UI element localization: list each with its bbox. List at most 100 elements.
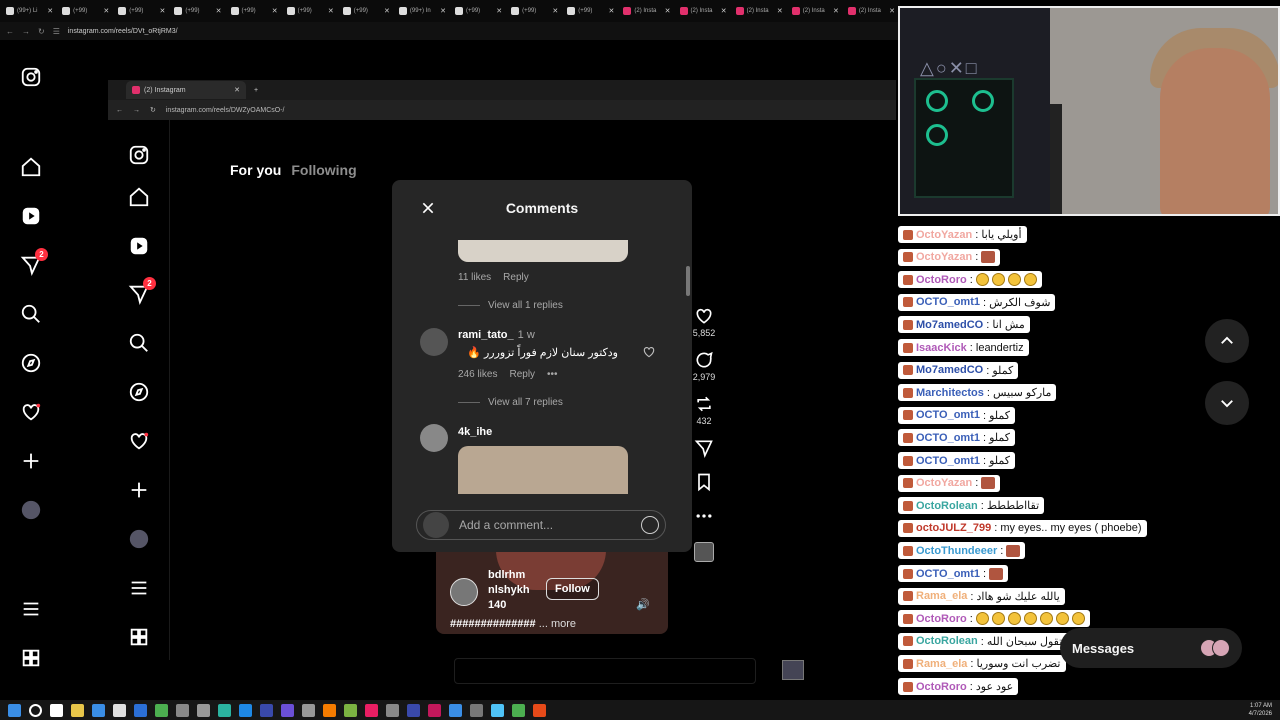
reload-icon[interactable]: ↻ — [38, 27, 45, 36]
browser-address-bar[interactable]: ← → ↻ ☰ instagram.com/reels/DVt_oRtjRM3/ — [0, 22, 900, 40]
browser-tab[interactable]: (+99) ✕ — [170, 2, 225, 20]
chat-username[interactable]: OCTO_omt1 — [916, 432, 980, 444]
chat-username[interactable]: OctoRoro — [916, 274, 967, 286]
close-tab-icon[interactable]: ✕ — [384, 7, 390, 15]
close-tab-icon[interactable]: ✕ — [328, 7, 334, 15]
chat-username[interactable]: OCTO_omt1 — [916, 568, 980, 580]
apps-grid-icon[interactable] — [126, 624, 152, 650]
volume-icon[interactable]: 🔊 — [636, 598, 650, 611]
chat-username[interactable]: OctoRoro — [916, 681, 967, 693]
comment-action[interactable]: 2,979 — [693, 350, 715, 382]
repost-action[interactable]: 432 — [694, 394, 714, 426]
taskbar-app-icon[interactable] — [428, 703, 441, 717]
chat-username[interactable]: OctoThundeeer — [916, 545, 997, 557]
chat-username[interactable]: Mo7amedCO — [916, 364, 983, 376]
taskbar-app-icon[interactable] — [344, 703, 357, 717]
chat-username[interactable]: Rama_ela — [916, 590, 967, 602]
taskbar-app-icon[interactable] — [92, 703, 105, 717]
taskbar-app-icon[interactable] — [386, 703, 399, 717]
browser-tab[interactable]: (2) Insta ✕ — [619, 2, 674, 20]
browser-tab[interactable]: (2) Insta ✕ — [844, 2, 899, 20]
reel-author-name[interactable]: bdlrhm nlshykh 140 — [488, 568, 548, 613]
reply-button[interactable]: Reply — [509, 369, 535, 380]
comment-avatar[interactable] — [420, 424, 448, 452]
chat-username[interactable]: OctoRolean — [916, 635, 978, 647]
profile-avatar-icon[interactable] — [18, 497, 44, 523]
home-icon[interactable] — [18, 154, 44, 180]
chat-username[interactable]: OCTO_omt1 — [916, 455, 980, 467]
chat-username[interactable]: OctoRolean — [916, 500, 978, 512]
chat-username[interactable]: OctoYazan — [916, 229, 972, 241]
close-tab-icon[interactable]: ✕ — [665, 7, 671, 15]
share-action[interactable] — [694, 438, 714, 460]
chat-username[interactable]: Marchitectos — [916, 387, 984, 399]
inner-address-bar[interactable]: ← → ↻ instagram.com/reels/DWZyOAMCsO-/ — [108, 100, 896, 120]
taskbar-app-icon[interactable] — [407, 703, 420, 717]
browser-tab[interactable]: (+99) ✕ — [114, 2, 169, 20]
emoji-icon[interactable] — [641, 516, 659, 534]
menu-icon[interactable] — [18, 596, 44, 622]
taskbar-app-icon[interactable] — [239, 703, 252, 717]
taskbar-app-icon[interactable] — [50, 703, 63, 717]
comment-likes[interactable]: 11 likes — [458, 272, 491, 283]
close-tab-icon[interactable]: ✕ — [777, 7, 783, 15]
taskbar-app-icon[interactable] — [71, 703, 84, 717]
close-tab-icon[interactable]: ✕ — [889, 7, 895, 15]
inner-url-text[interactable]: instagram.com/reels/DWZyOAMCsO-/ — [166, 107, 285, 114]
taskbar-app-icon[interactable] — [281, 703, 294, 717]
chat-username[interactable]: octoJULZ_799 — [916, 522, 991, 534]
close-tab-icon[interactable]: ✕ — [721, 7, 727, 15]
taskbar-app-icon[interactable] — [8, 703, 21, 717]
forward-icon[interactable]: → — [22, 27, 30, 36]
comment-username[interactable]: rami_tato_ 1 w — [458, 329, 535, 341]
notifications-heart-icon[interactable] — [18, 399, 44, 425]
chat-username[interactable]: Mo7amedCO — [916, 319, 983, 331]
view-replies[interactable]: View all 7 replies — [458, 397, 563, 408]
comment-more-options[interactable]: ••• — [547, 369, 558, 380]
previous-reel-button[interactable] — [1205, 319, 1249, 363]
close-tab-icon[interactable]: ✕ — [496, 7, 502, 15]
more-options-action[interactable] — [694, 506, 714, 528]
browser-tab[interactable]: (+99) ✕ — [451, 2, 506, 20]
reel-video[interactable]: bdlrhm nlshykh 140 Follow 🔊 ############… — [436, 550, 668, 634]
explore-icon[interactable] — [126, 379, 152, 405]
taskbar-app-icon[interactable] — [449, 703, 462, 717]
close-tab-icon[interactable]: ✕ — [609, 7, 615, 15]
chat-username[interactable]: OctoRoro — [916, 613, 967, 625]
browser-tab[interactable]: (+99) ✕ — [283, 2, 338, 20]
close-tab-icon[interactable]: ✕ — [552, 7, 558, 15]
comments-scrollbar[interactable] — [686, 240, 690, 490]
reply-button[interactable]: Reply — [503, 272, 529, 283]
new-tab-icon[interactable]: + — [254, 87, 258, 94]
home-icon[interactable] — [126, 184, 152, 210]
menu-icon[interactable] — [126, 575, 152, 601]
chat-username[interactable]: OctoYazan — [916, 477, 972, 489]
explore-icon[interactable] — [18, 350, 44, 376]
add-comment-field[interactable]: Add a comment... — [416, 510, 666, 540]
url-text[interactable]: instagram.com/reels/DVt_oRtjRM3/ — [68, 28, 178, 35]
taskbar-app-icon[interactable] — [176, 703, 189, 717]
more-link[interactable]: ... more — [539, 618, 576, 630]
taskbar-app-icon[interactable] — [323, 703, 336, 717]
inner-forward-icon[interactable]: → — [133, 107, 140, 114]
taskbar-app-icon[interactable] — [512, 703, 525, 717]
close-tab-icon[interactable]: ✕ — [160, 7, 166, 15]
site-info-icon[interactable]: ☰ — [53, 27, 60, 36]
taskbar-app-icon[interactable] — [134, 703, 147, 717]
follow-button[interactable]: Follow — [546, 578, 599, 600]
taskbar-app-icon[interactable] — [155, 703, 168, 717]
profile-avatar-icon[interactable] — [126, 526, 152, 552]
close-tab-icon[interactable]: ✕ — [216, 7, 222, 15]
comment-username[interactable]: 4k_ihe — [458, 426, 492, 438]
browser-tab[interactable]: (+99) ✕ — [227, 2, 282, 20]
close-tab-icon[interactable]: ✕ — [47, 7, 53, 15]
search-icon[interactable] — [126, 330, 152, 356]
audio-thumbnail[interactable] — [782, 660, 804, 680]
comment-image[interactable] — [458, 446, 628, 494]
inner-browser-tab[interactable]: (2) Instagram ✕ — [126, 81, 246, 99]
save-action[interactable] — [694, 472, 714, 494]
taskbar-app-icon[interactable] — [197, 703, 210, 717]
reel-author-avatar[interactable] — [450, 578, 478, 606]
comment-likes[interactable]: 246 likes — [458, 369, 497, 380]
chat-username[interactable]: OctoYazan — [916, 251, 972, 263]
